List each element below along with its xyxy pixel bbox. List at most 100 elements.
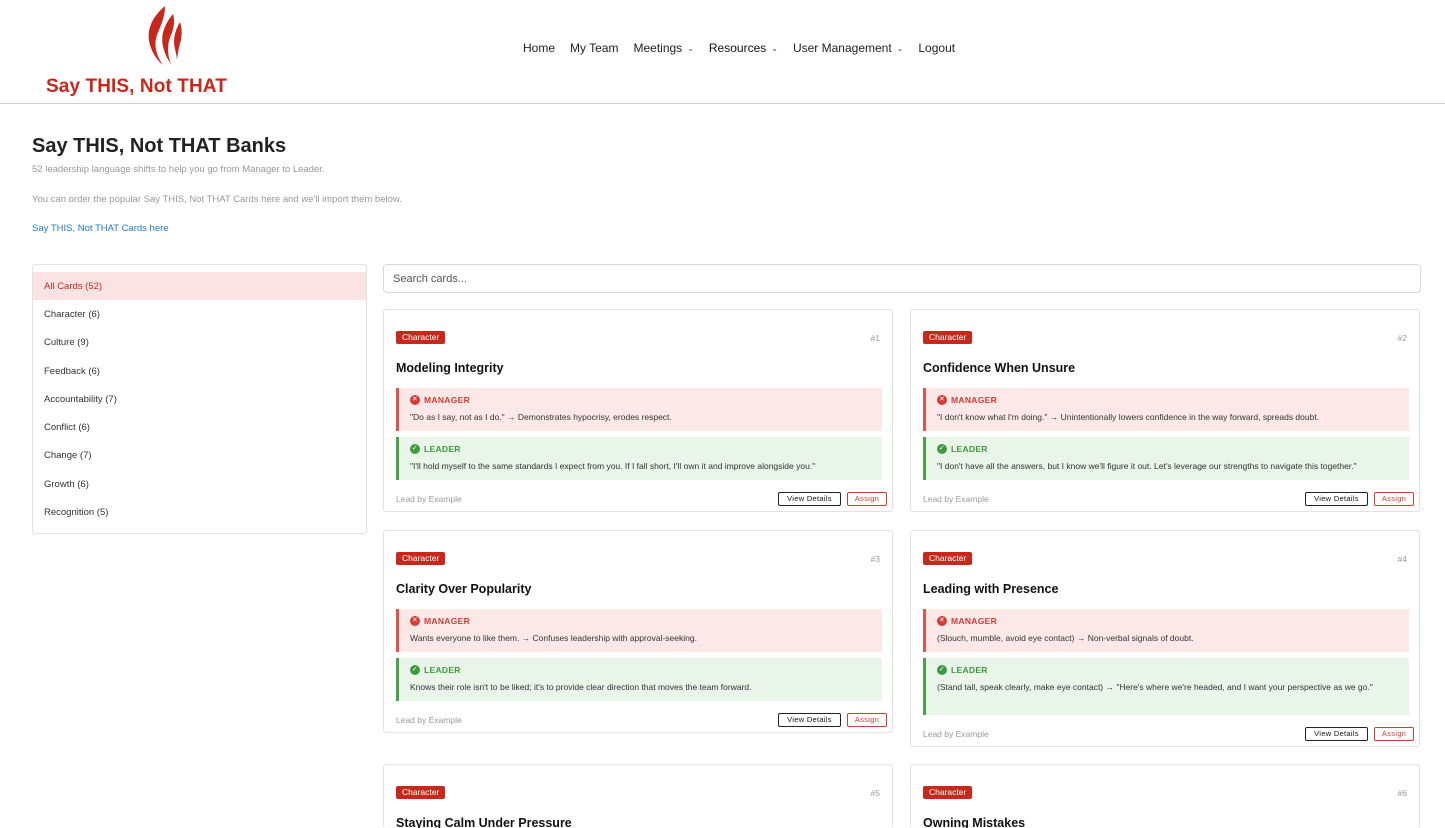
card-number: #2 xyxy=(1397,333,1407,343)
chevron-down-icon: ⌄ xyxy=(771,43,778,53)
nav-home-label: Home xyxy=(523,41,556,55)
view-details-button[interactable]: View Details xyxy=(1305,492,1368,506)
category-feedback[interactable]: Feedback (6) xyxy=(33,357,366,385)
leader-label: ✓ LEADER xyxy=(410,444,874,454)
manager-phrase-box: ✕ MANAGER "Do as I say, not as I do." → D… xyxy=(396,388,882,431)
category-badge: Character xyxy=(396,786,446,799)
leader-label: ✓ LEADER xyxy=(937,665,1401,675)
nav-user-management[interactable]: User Management ⌄ xyxy=(793,41,903,55)
check-circle-icon: ✓ xyxy=(937,665,947,675)
category-growth[interactable]: Growth (6) xyxy=(33,470,366,498)
brand-name: Say THIS, Not THAT xyxy=(46,76,227,97)
nav-logout[interactable]: Logout xyxy=(918,41,955,55)
manager-phrase-box: ✕ MANAGER "I don't know what I'm doing." … xyxy=(923,388,1409,431)
card-modeling-integrity: Character #1 Modeling Integrity ✕ MANAGER… xyxy=(383,309,893,512)
category-change[interactable]: Change (7) xyxy=(33,442,366,470)
category-culture[interactable]: Culture (9) xyxy=(33,329,366,357)
chevron-down-icon: ⌄ xyxy=(896,43,904,53)
leader-label-text: LEADER xyxy=(424,444,461,454)
flame-icon xyxy=(148,6,182,65)
assign-button[interactable]: Assign xyxy=(847,713,887,727)
category-accountability[interactable]: Accountability (7) xyxy=(33,385,366,413)
site-header: Say THIS, Not THAT Home My Team Meetings… xyxy=(0,0,1445,104)
manager-phrase-box: ✕ MANAGER (Slouch, mumble, avoid eye cont… xyxy=(923,609,1409,652)
card-footer-label: Lead by Example xyxy=(396,494,462,504)
manager-text: (Slouch, mumble, avoid eye contact) → No… xyxy=(937,633,1194,643)
category-recognition[interactable]: Recognition (5) xyxy=(33,498,366,526)
card-title: Staying Calm Under Pressure xyxy=(396,816,572,828)
leader-label: ✓ LEADER xyxy=(937,444,1401,454)
card-clarity-over-popularity: Character #3 Clarity Over Popularity ✕ MA… xyxy=(383,530,893,733)
view-details-button[interactable]: View Details xyxy=(1305,727,1368,741)
manager-text: Wants everyone to like them. → Confuses … xyxy=(410,633,697,643)
page-title: Say THIS, Not THAT Banks xyxy=(32,135,287,157)
assign-button[interactable]: Assign xyxy=(1374,727,1414,741)
x-circle-icon: ✕ xyxy=(410,616,420,626)
card-title: Confidence When Unsure xyxy=(923,361,1076,375)
leader-phrase-box: ✓ LEADER Knows their role isn't to be lik… xyxy=(396,658,882,701)
manager-label-text: MANAGER xyxy=(951,395,998,405)
check-circle-icon: ✓ xyxy=(410,444,420,454)
assign-button[interactable]: Assign xyxy=(1374,492,1414,506)
card-footer-label: Lead by Example xyxy=(396,715,462,725)
leader-label: ✓ LEADER xyxy=(410,665,874,675)
page-subtitle: 52 leadership language shifts to help yo… xyxy=(32,164,325,175)
category-conflict[interactable]: Conflict (6) xyxy=(33,413,366,441)
nav-my-team[interactable]: My Team xyxy=(570,41,618,55)
card-staying-calm-under-pressure: Character #5 Staying Calm Under Pressure xyxy=(383,764,893,828)
check-circle-icon: ✓ xyxy=(410,665,420,675)
main-nav: Home My Team Meetings ⌄ Resources ⌄ User M… xyxy=(523,40,970,56)
manager-label-text: MANAGER xyxy=(424,616,471,626)
x-circle-icon: ✕ xyxy=(937,616,947,626)
chevron-down-icon: ⌄ xyxy=(687,43,694,53)
brand-logo[interactable]: Say THIS, Not THAT xyxy=(46,4,236,100)
category-all-cards[interactable]: All Cards (52) xyxy=(33,272,366,301)
leader-phrase-box: ✓ LEADER "I don't have all the answers, b… xyxy=(923,437,1409,480)
card-number: #5 xyxy=(870,788,880,798)
view-details-button[interactable]: View Details xyxy=(778,492,841,506)
card-number: #3 xyxy=(870,554,880,564)
leader-phrase-box: ✓ LEADER (Stand tall, speak clearly, make… xyxy=(923,658,1409,715)
category-badge: Character xyxy=(396,552,446,565)
view-details-button[interactable]: View Details xyxy=(778,713,841,727)
nav-resources-label: Resources xyxy=(708,41,767,55)
card-title: Owning Mistakes xyxy=(923,816,1026,828)
x-circle-icon: ✕ xyxy=(937,395,947,405)
leader-text: (Stand tall, speak clearly, make eye con… xyxy=(937,682,1373,692)
category-badge: Character xyxy=(923,331,973,344)
manager-label: ✕ MANAGER xyxy=(937,616,1401,626)
leader-text: Knows their role isn't to be liked; it's… xyxy=(410,682,752,692)
manager-label: ✕ MANAGER xyxy=(410,616,874,626)
card-number: #6 xyxy=(1397,788,1407,798)
order-cards-link[interactable]: Say THIS, Not THAT Cards here xyxy=(32,223,169,234)
card-title: Modeling Integrity xyxy=(396,361,504,375)
manager-text: "Do as I say, not as I do." → Demonstrat… xyxy=(410,412,672,422)
leader-text: "I don't have all the answers, but I kno… xyxy=(937,461,1357,471)
leader-text: "I'll hold myself to the same standards … xyxy=(410,461,816,471)
check-circle-icon: ✓ xyxy=(937,444,947,454)
card-footer-label: Lead by Example xyxy=(923,494,989,504)
x-circle-icon: ✕ xyxy=(410,395,420,405)
nav-logout-label: Logout xyxy=(918,41,956,55)
manager-label: ✕ MANAGER xyxy=(937,395,1401,405)
nav-resources[interactable]: Resources ⌄ xyxy=(709,41,778,55)
nav-user-management-label: User Management xyxy=(792,41,892,55)
leader-label-text: LEADER xyxy=(951,444,988,454)
nav-meetings[interactable]: Meetings ⌄ xyxy=(633,41,693,55)
manager-label: ✕ MANAGER xyxy=(410,395,874,405)
order-info-text: You can order the popular Say THIS, Not … xyxy=(32,194,402,205)
nav-meetings-label: Meetings xyxy=(633,41,683,55)
category-sidebar: All Cards (52) Character (6) Culture (9)… xyxy=(32,264,367,534)
category-badge: Character xyxy=(923,552,973,565)
leader-phrase-box: ✓ LEADER "I'll hold myself to the same st… xyxy=(396,437,882,480)
category-character[interactable]: Character (6) xyxy=(33,300,366,328)
assign-button[interactable]: Assign xyxy=(847,492,887,506)
manager-phrase-box: ✕ MANAGER Wants everyone to like them. → … xyxy=(396,609,882,652)
nav-my-team-label: My Team xyxy=(570,41,619,55)
search-input[interactable] xyxy=(383,264,1421,293)
category-badge: Character xyxy=(396,331,446,344)
card-owning-mistakes: Character #6 Owning Mistakes xyxy=(910,764,1420,828)
nav-home[interactable]: Home xyxy=(523,41,555,55)
card-leading-with-presence: Character #4 Leading with Presence ✕ MANA… xyxy=(910,530,1420,747)
manager-label-text: MANAGER xyxy=(951,616,998,626)
